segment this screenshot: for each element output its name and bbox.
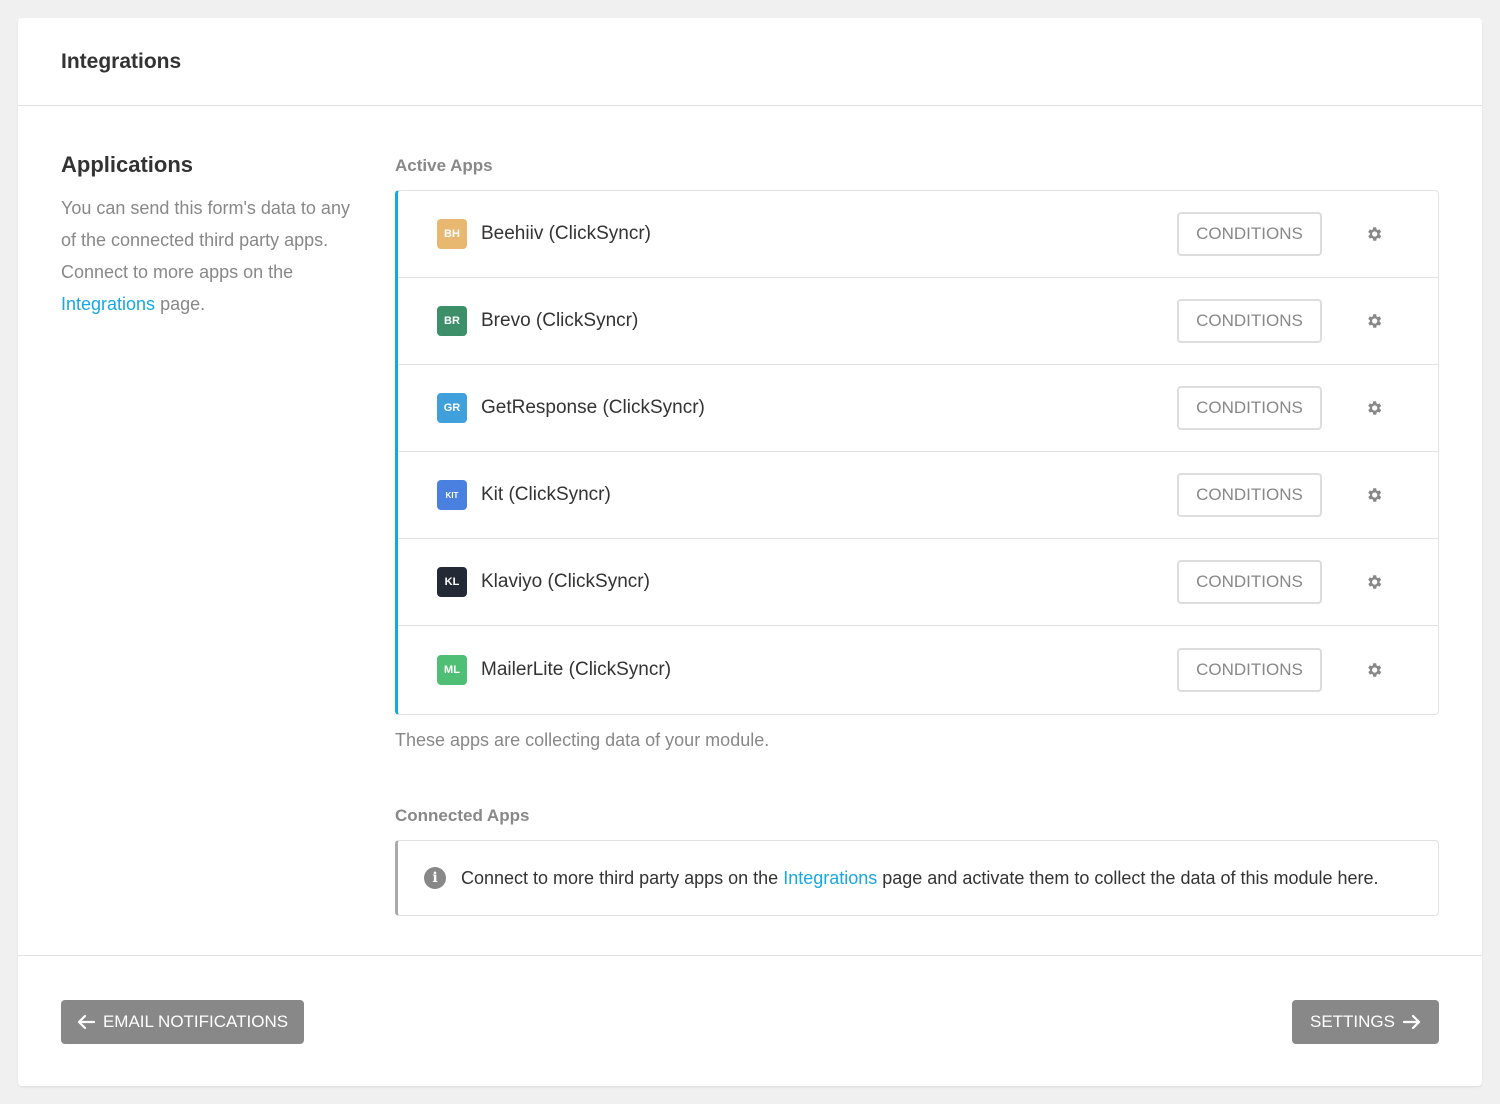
conditions-button[interactable]: CONDITIONS (1177, 386, 1322, 430)
app-logo: ML (437, 655, 467, 685)
apps-column: Active Apps BH Beehiiv (ClickSyncr) CONDIT… (395, 154, 1439, 916)
integrations-panel: Integrations Applications You can send t… (18, 18, 1482, 1086)
connected-apps-notice: i Connect to more third party apps on th… (395, 840, 1439, 916)
active-apps-caption: These apps are collecting data of your m… (395, 730, 770, 750)
app-logo: BH (437, 219, 467, 249)
app-logo: BR (437, 306, 467, 336)
app-row: KL Klaviyo (ClickSyncr) CONDITIONS (398, 539, 1438, 626)
applications-desc-text: You can send this form's data to any of … (61, 198, 350, 282)
app-row: BR Brevo (ClickSyncr) CONDITIONS (398, 278, 1438, 365)
panel-body: Applications You can send this form's da… (18, 106, 1482, 956)
gear-icon[interactable] (1364, 311, 1384, 331)
panel-header: Integrations (18, 18, 1482, 106)
notice-text-end: page and activate them to collect the da… (877, 867, 1379, 888)
panel-footer: EMAIL NOTIFICATIONS SETTINGS (18, 956, 1482, 1085)
app-logo: KL (437, 567, 467, 597)
app-name: MailerLite (ClickSyncr) (481, 659, 672, 680)
conditions-button[interactable]: CONDITIONS (1177, 648, 1322, 692)
integrations-link[interactable]: Integrations (61, 294, 155, 314)
app-row: KIT Kit (ClickSyncr) CONDITIONS (398, 452, 1438, 539)
conditions-button[interactable]: CONDITIONS (1177, 212, 1322, 256)
gear-icon[interactable] (1364, 224, 1384, 244)
app-row: BH Beehiiv (ClickSyncr) CONDITIONS (398, 191, 1438, 278)
gear-icon[interactable] (1364, 485, 1384, 505)
settings-button[interactable]: SETTINGS (1292, 1000, 1439, 1044)
applications-intro: Applications You can send this form's da… (61, 152, 361, 320)
active-apps-list: BH Beehiiv (ClickSyncr) CONDITIONS BR Brevo … (395, 190, 1439, 715)
applications-desc-suffix: page. (155, 294, 206, 314)
applications-description: You can send this form's data to any of … (61, 192, 361, 320)
email-notifications-button[interactable]: EMAIL NOTIFICATIONS (61, 1000, 304, 1044)
info-icon: i (424, 867, 446, 889)
conditions-button[interactable]: CONDITIONS (1177, 560, 1322, 604)
connected-apps-label: Connected Apps (395, 806, 530, 825)
conditions-button[interactable]: CONDITIONS (1177, 299, 1322, 343)
settings-label: SETTINGS (1309, 1012, 1395, 1031)
app-row: GR GetResponse (ClickSyncr) CONDITIONS (398, 365, 1438, 452)
active-apps-label: Active Apps (395, 156, 493, 175)
gear-icon[interactable] (1364, 572, 1384, 592)
page-title: Integrations (61, 49, 182, 73)
connected-apps-notice-text: Connect to more third party apps on the … (461, 868, 1379, 889)
app-name: Klaviyo (ClickSyncr) (481, 571, 650, 592)
app-row: ML MailerLite (ClickSyncr) CONDITIONS (398, 626, 1438, 714)
app-name: Brevo (ClickSyncr) (481, 310, 639, 331)
app-logo: GR (437, 393, 467, 423)
app-name: GetResponse (ClickSyncr) (481, 397, 705, 418)
arrow-right-icon (1403, 1014, 1421, 1030)
app-logo: KIT (437, 480, 467, 510)
applications-title: Applications (61, 152, 194, 177)
app-name: Kit (ClickSyncr) (481, 484, 611, 505)
gear-icon[interactable] (1364, 398, 1384, 418)
gear-icon[interactable] (1364, 660, 1384, 680)
email-notifications-label: EMAIL NOTIFICATIONS (102, 1012, 289, 1031)
notice-integrations-link[interactable]: Integrations (783, 868, 877, 888)
arrow-left-icon (77, 1014, 95, 1030)
app-name: Beehiiv (ClickSyncr) (481, 223, 651, 244)
notice-text-start: Connect to more third party apps on the (461, 867, 784, 888)
conditions-button[interactable]: CONDITIONS (1177, 473, 1322, 517)
